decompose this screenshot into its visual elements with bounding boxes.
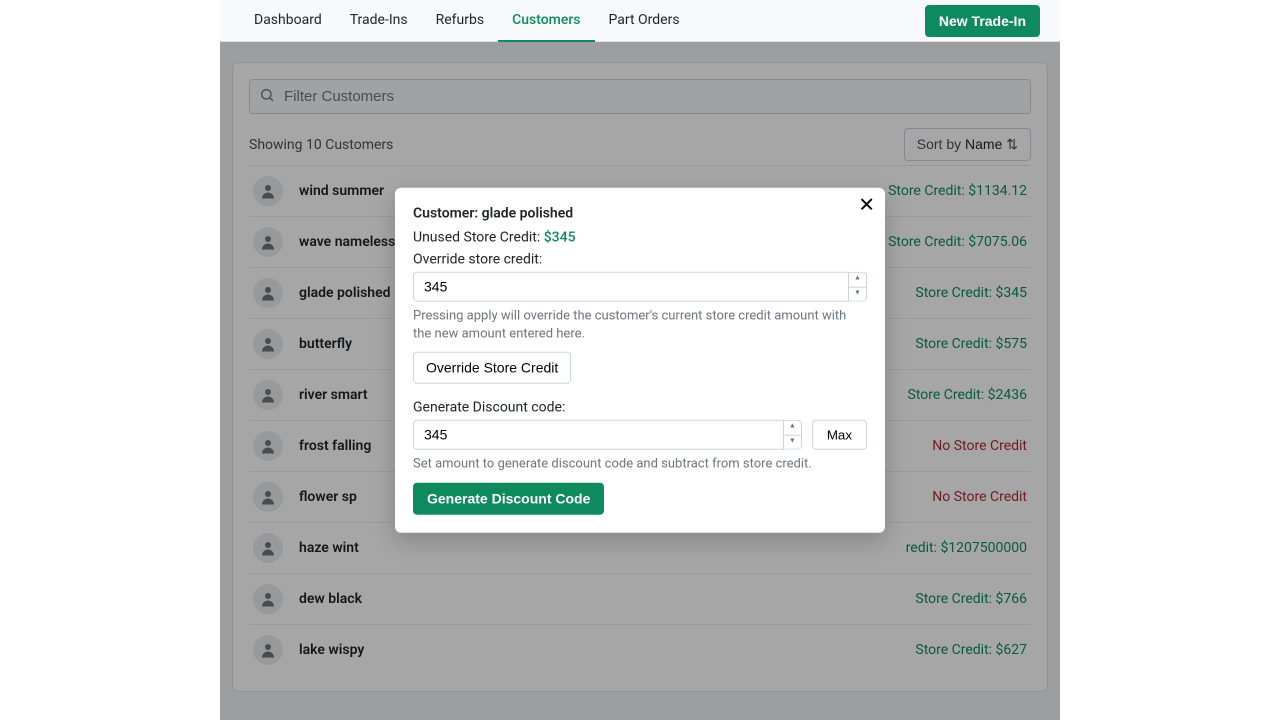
modal-title: Customer: glade polished xyxy=(413,206,867,222)
generate-label: Generate Discount code: xyxy=(413,400,867,416)
new-trade-in-button[interactable]: New Trade-In xyxy=(925,5,1040,37)
generate-discount-code-button[interactable]: Generate Discount Code xyxy=(413,482,604,514)
nav-item-trade-ins[interactable]: Trade-Ins xyxy=(336,0,422,42)
override-help-text: Pressing apply will override the custome… xyxy=(413,308,867,344)
spinner-up-icon[interactable]: ▲ xyxy=(849,273,866,288)
override-label: Override store credit: xyxy=(413,252,867,268)
generate-input-wrap: ▲ ▼ xyxy=(413,420,802,450)
unused-credit-value: $345 xyxy=(544,230,576,246)
max-button[interactable]: Max xyxy=(812,420,867,450)
main-nav: DashboardTrade-InsRefurbsCustomersPart O… xyxy=(240,0,694,42)
override-spinner: ▲ ▼ xyxy=(849,272,867,302)
nav-item-refurbs[interactable]: Refurbs xyxy=(422,0,498,42)
unused-credit-line: Unused Store Credit: $345 xyxy=(413,230,867,246)
override-input-wrap: ▲ ▼ xyxy=(413,272,867,302)
customer-modal: ✕ Customer: glade polished Unused Store … xyxy=(395,188,885,533)
nav-item-part-orders[interactable]: Part Orders xyxy=(595,0,694,42)
close-icon[interactable]: ✕ xyxy=(858,196,875,216)
spinner-down-icon[interactable]: ▼ xyxy=(784,436,801,450)
generate-help-text: Set amount to generate discount code and… xyxy=(413,456,867,474)
spinner-up-icon[interactable]: ▲ xyxy=(784,421,801,436)
generate-amount-input[interactable] xyxy=(413,420,784,450)
header-bar: DashboardTrade-InsRefurbsCustomersPart O… xyxy=(220,0,1060,42)
generate-spinner: ▲ ▼ xyxy=(784,420,802,450)
unused-credit-label: Unused Store Credit: xyxy=(413,230,544,246)
nav-item-customers[interactable]: Customers xyxy=(498,0,594,42)
nav-item-dashboard[interactable]: Dashboard xyxy=(240,0,336,42)
spinner-down-icon[interactable]: ▼ xyxy=(849,287,866,301)
override-store-credit-button[interactable]: Override Store Credit xyxy=(413,352,571,384)
override-credit-input[interactable] xyxy=(413,272,849,302)
